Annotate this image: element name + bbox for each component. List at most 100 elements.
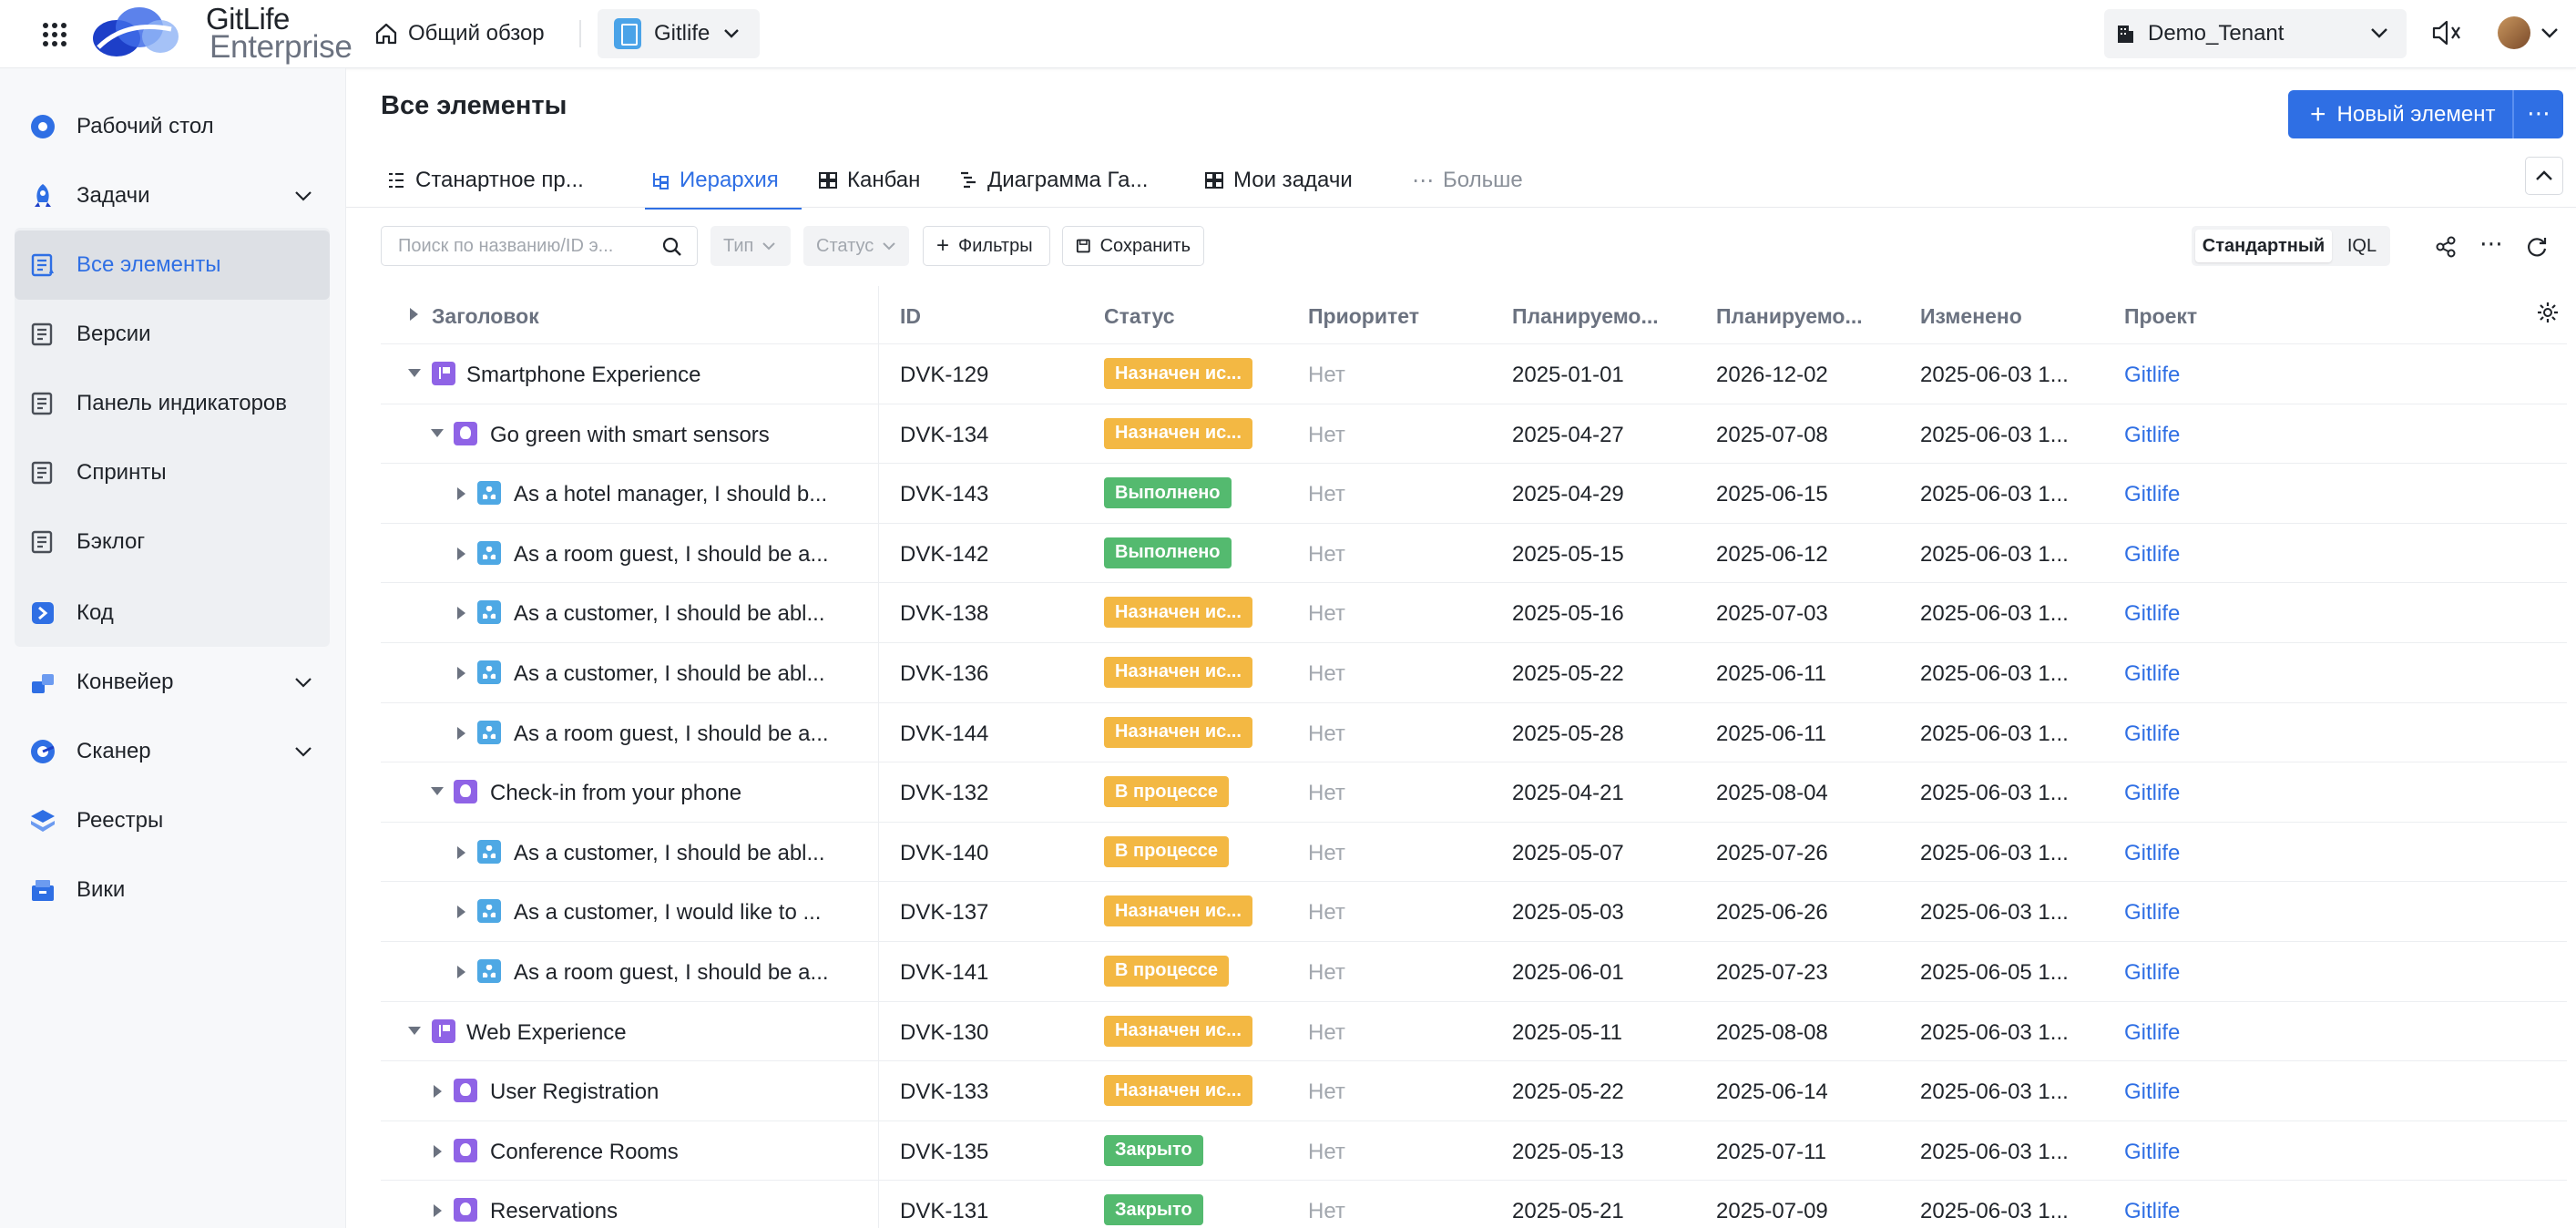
status-badge[interactable]: Выполнено [1104, 537, 1232, 568]
row-project-link[interactable]: Gitlife [2124, 661, 2180, 687]
collapse-toggle[interactable] [431, 428, 444, 437]
table-row[interactable]: As a room guest, I should be a... DVK-14… [381, 942, 2567, 1002]
row-title[interactable]: As a customer, I should be abl... [514, 661, 825, 687]
status-badge[interactable]: Назначен ис... [1104, 895, 1252, 927]
apps-grid-icon[interactable] [40, 20, 69, 49]
table-row[interactable]: Smartphone Experience DVK-129 Назначен и… [381, 344, 2567, 404]
column-header-id[interactable]: ID [900, 304, 921, 329]
sidebar-item-all-items[interactable]: Все элементы [15, 230, 330, 300]
row-project-link[interactable]: Gitlife [2124, 601, 2180, 627]
project-selector[interactable]: Gitlife [598, 9, 760, 58]
chevron-down-icon[interactable] [2540, 24, 2560, 42]
tab-gantt[interactable]: Диаграмма Га... [953, 153, 1199, 208]
overview-link[interactable]: Общий обзор [373, 16, 545, 51]
expand-toggle[interactable] [457, 607, 465, 620]
tab-more[interactable]: ⋯ Больше [1406, 153, 1534, 208]
table-row[interactable]: As a customer, I should be abl... DVK-14… [381, 823, 2567, 883]
tab-kanban[interactable]: Канбан [813, 153, 953, 208]
type-filter-dropdown[interactable]: Тип [710, 226, 791, 266]
status-filter-dropdown[interactable]: Статус [803, 226, 909, 266]
more-actions-icon[interactable]: ⋯ [2478, 230, 2505, 257]
expand-toggle[interactable] [457, 965, 465, 978]
row-title[interactable]: As a room guest, I should be a... [514, 721, 829, 747]
row-title[interactable]: Conference Rooms [490, 1140, 679, 1165]
expand-toggle[interactable] [457, 845, 465, 859]
expand-toggle[interactable] [457, 547, 465, 560]
expand-toggle[interactable] [434, 1085, 442, 1099]
collapse-toggle[interactable] [431, 787, 444, 796]
save-button[interactable]: Сохранить [1062, 226, 1204, 266]
row-project-link[interactable]: Gitlife [2124, 781, 2180, 806]
row-title[interactable]: Reservations [490, 1199, 618, 1224]
avatar[interactable] [2498, 16, 2530, 49]
status-badge[interactable]: Назначен ис... [1104, 1015, 1252, 1047]
row-title[interactable]: As a customer, I should be abl... [514, 841, 825, 866]
status-badge[interactable]: Назначен ис... [1104, 358, 1252, 389]
column-header-project[interactable]: Проект [2124, 304, 2197, 329]
refresh-icon[interactable] [2523, 233, 2550, 261]
tenant-selector[interactable]: Demo_Tenant [2104, 9, 2407, 58]
row-project-link[interactable]: Gitlife [2124, 1020, 2180, 1046]
column-settings-icon[interactable] [2536, 301, 2560, 324]
expand-all-toggle[interactable] [410, 308, 418, 321]
column-header-planned-end[interactable]: Планируемо... [1716, 304, 1863, 329]
speaker-icon[interactable] [2430, 18, 2463, 47]
more-options-icon[interactable]: ⋯ [2527, 99, 2551, 128]
sidebar-item-pipeline[interactable]: Конвейер [15, 648, 330, 717]
column-header-title[interactable]: Заголовок [432, 304, 539, 329]
table-row[interactable]: Check-in from your phone DVK-132 В проце… [381, 762, 2567, 823]
expand-toggle[interactable] [434, 1144, 442, 1158]
status-badge[interactable]: Назначен ис... [1104, 1075, 1252, 1107]
column-header-priority[interactable]: Приоритет [1308, 304, 1419, 329]
table-row[interactable]: Go green with smart sensors DVK-134 Назн… [381, 404, 2567, 465]
tab-my-tasks[interactable]: Мои задачи [1199, 153, 1406, 208]
row-project-link[interactable]: Gitlife [2124, 900, 2180, 926]
status-badge[interactable]: В процессе [1104, 835, 1230, 867]
expand-toggle[interactable] [457, 487, 465, 501]
sidebar-item-tasks[interactable]: Задачи [15, 161, 330, 230]
view-mode-standard[interactable]: Стандартный [2195, 230, 2332, 262]
gitlife-logo[interactable] [89, 2, 180, 60]
row-project-link[interactable]: Gitlife [2124, 721, 2180, 747]
new-item-button[interactable]: + Новый элемент ⋯ [2288, 90, 2563, 138]
row-title[interactable]: As a customer, I should be abl... [514, 601, 825, 627]
row-project-link[interactable]: Gitlife [2124, 423, 2180, 448]
row-project-link[interactable]: Gitlife [2124, 841, 2180, 866]
status-badge[interactable]: Назначен ис... [1104, 656, 1252, 688]
row-title[interactable]: Smartphone Experience [466, 363, 700, 388]
status-badge[interactable]: Назначен ис... [1104, 716, 1252, 748]
row-title[interactable]: Check-in from your phone [490, 781, 741, 806]
sidebar-item-indicators-panel[interactable]: Панель индикаторов [15, 369, 330, 438]
row-project-link[interactable]: Gitlife [2124, 482, 2180, 507]
row-title[interactable]: As a room guest, I should be a... [514, 542, 829, 568]
status-badge[interactable]: Выполнено [1104, 477, 1232, 509]
table-row[interactable]: As a customer, I would like to ... DVK-1… [381, 882, 2567, 942]
table-row[interactable]: As a hotel manager, I should b... DVK-14… [381, 464, 2567, 524]
sidebar-item-backlog[interactable]: Бэклог [15, 507, 330, 577]
row-title[interactable]: Go green with smart sensors [490, 423, 770, 448]
row-project-link[interactable]: Gitlife [2124, 960, 2180, 986]
status-badge[interactable]: В процессе [1104, 955, 1230, 987]
table-row[interactable]: As a customer, I should be abl... DVK-13… [381, 583, 2567, 643]
share-icon[interactable] [2432, 233, 2459, 261]
status-badge[interactable]: Закрыто [1104, 1194, 1203, 1226]
table-row[interactable]: User Registration DVK-133 Назначен ис...… [381, 1061, 2567, 1121]
column-header-planned-start[interactable]: Планируемо... [1512, 304, 1659, 329]
expand-toggle[interactable] [434, 1204, 442, 1218]
sidebar-item-scanner[interactable]: Сканер [15, 717, 330, 786]
table-row[interactable]: As a room guest, I should be a... DVK-14… [381, 703, 2567, 763]
collapse-toggle[interactable] [408, 369, 421, 377]
row-title[interactable]: Web Experience [466, 1020, 627, 1046]
search-input[interactable] [398, 235, 644, 257]
column-header-status[interactable]: Статус [1104, 304, 1175, 329]
table-row[interactable]: As a customer, I should be abl... DVK-13… [381, 643, 2567, 703]
status-badge[interactable]: Закрыто [1104, 1134, 1203, 1166]
row-title[interactable]: User Registration [490, 1080, 659, 1105]
status-badge[interactable]: В процессе [1104, 776, 1230, 808]
row-project-link[interactable]: Gitlife [2124, 363, 2180, 388]
row-title[interactable]: As a room guest, I should be a... [514, 960, 829, 986]
status-badge[interactable]: Назначен ис... [1104, 417, 1252, 449]
row-project-link[interactable]: Gitlife [2124, 542, 2180, 568]
expand-toggle[interactable] [457, 726, 465, 740]
row-project-link[interactable]: Gitlife [2124, 1199, 2180, 1224]
